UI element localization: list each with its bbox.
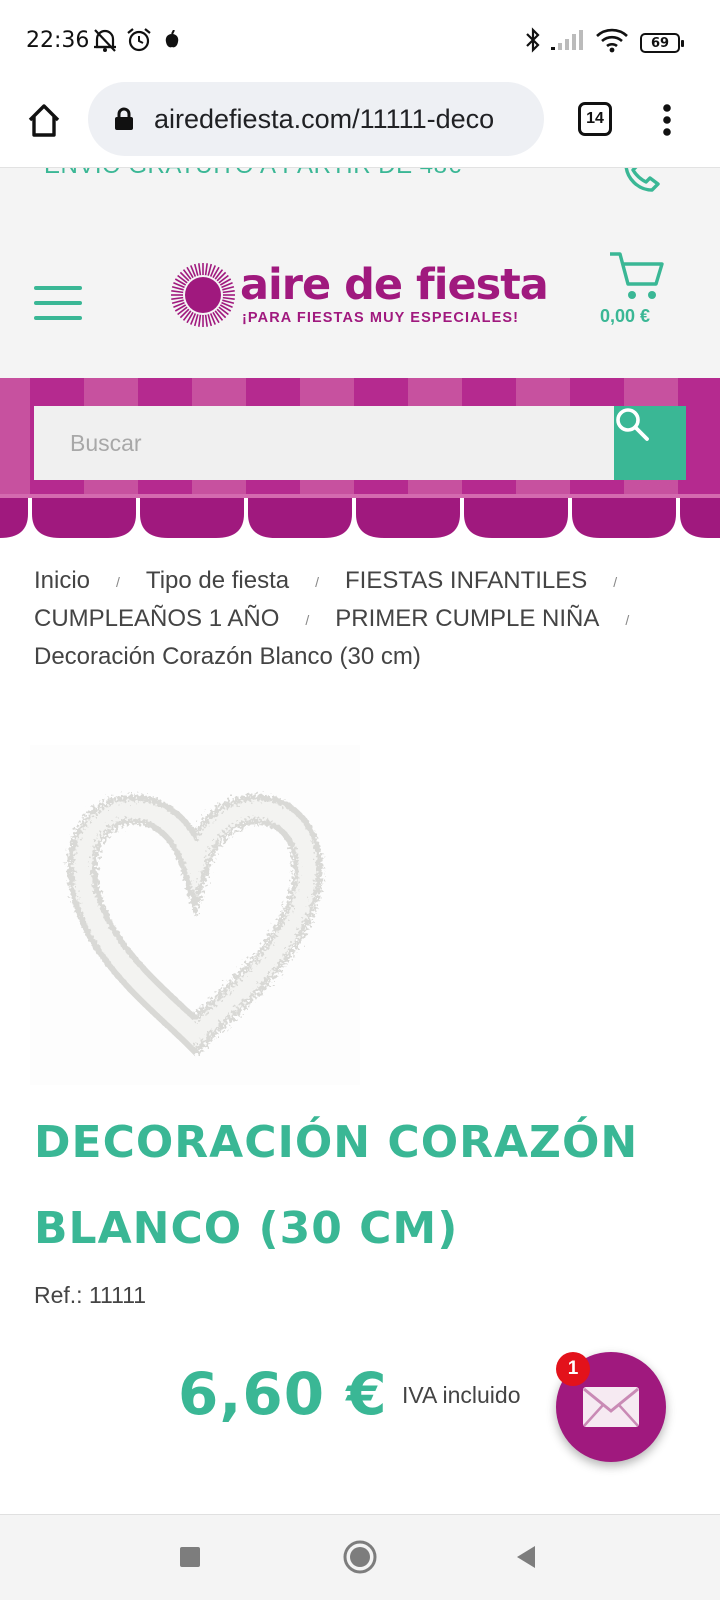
tab-switcher-button[interactable]: 14 [578, 102, 612, 136]
breadcrumb: Inicio / Tipo de fiesta / FIESTAS INFANT… [34, 562, 694, 676]
signal-icon [548, 26, 584, 54]
hamburger-line [34, 301, 82, 305]
breadcrumb-separator: / [625, 612, 630, 628]
wifi-icon [594, 26, 630, 54]
hamburger-line [34, 286, 82, 290]
search-icon [616, 408, 649, 441]
circle-icon [343, 1540, 377, 1574]
browser-toolbar: airedefiesta.com/11111-deco 14 [0, 80, 720, 168]
more-vert-icon [663, 104, 671, 136]
heart-decoration-image [67, 794, 323, 1057]
shipping-notice: ENVÍO GRATUITO A PARTIR DE 48€ [44, 168, 461, 180]
search-banner [0, 378, 720, 550]
product-price: 6,60 € [178, 1360, 388, 1428]
lock-icon [115, 107, 133, 130]
battery-icon: 69 [640, 33, 684, 53]
notification-badge: 1 [556, 1352, 590, 1386]
app-notification-icon [162, 26, 182, 54]
hamburger-line [34, 316, 82, 320]
cart-total: 0,00 € [600, 306, 651, 326]
url-text: airedefiesta.com/11111-deco [154, 104, 495, 134]
product-title: DECORACIÓN CORAZÓN BLANCO (30 CM) [34, 1117, 639, 1254]
logo-name: aire de fiesta [240, 260, 549, 310]
square-icon [180, 1547, 200, 1567]
bluetooth-icon [522, 26, 544, 54]
tax-note: IVA incluido [402, 1382, 521, 1408]
menu-button[interactable] [34, 286, 82, 322]
home-button[interactable] [22, 98, 66, 142]
home-icon [28, 104, 60, 137]
recent-apps-button[interactable] [170, 1537, 210, 1577]
browser-menu-button[interactable] [652, 98, 682, 142]
back-triangle-icon [517, 1546, 535, 1568]
sun-logo-icon [171, 263, 235, 327]
back-button[interactable] [506, 1537, 546, 1577]
search-box [34, 406, 614, 480]
site-logo[interactable]: aire de fiesta ¡PARA FIESTAS MUY ESPECIA… [170, 260, 549, 332]
search-button[interactable] [614, 406, 686, 480]
envelope-icon [583, 1387, 639, 1427]
breadcrumb-current: Decoración Corazón Blanco (30 cm) [34, 643, 421, 670]
logo-tagline: ¡PARA FIESTAS MUY ESPECIALES! [242, 310, 520, 326]
cart-icon [610, 252, 664, 299]
mute-icon [90, 26, 120, 54]
breadcrumb-link[interactable]: CUMPLEAÑOS 1 AÑO [34, 600, 279, 638]
breadcrumb-separator: / [305, 612, 310, 628]
breadcrumb-separator: / [613, 574, 618, 590]
address-bar[interactable]: airedefiesta.com/11111-deco [88, 82, 544, 156]
system-nav-bar [0, 1514, 720, 1600]
shipping-strip: ENVÍO GRATUITO A PARTIR DE 48€ [0, 168, 720, 218]
status-bar: 22:36 69 [0, 0, 720, 80]
site-header: aire de fiesta ¡PARA FIESTAS MUY ESPECIA… [0, 218, 720, 378]
product-ref: Ref.: 11111 [34, 1282, 147, 1308]
product-image[interactable] [30, 745, 360, 1085]
status-time: 22:36 [26, 28, 90, 53]
breadcrumb-link[interactable]: Inicio [34, 562, 90, 600]
phone-icon[interactable] [622, 168, 666, 194]
home-nav-button[interactable] [340, 1537, 380, 1577]
breadcrumb-link[interactable]: FIESTAS INFANTILES [345, 562, 587, 600]
breadcrumb-separator: / [315, 574, 320, 590]
cart-button[interactable]: 0,00 € [598, 250, 678, 340]
alarm-icon [124, 26, 154, 54]
breadcrumb-separator: / [116, 574, 120, 590]
search-input[interactable] [34, 406, 614, 480]
breadcrumb-link[interactable]: PRIMER CUMPLE NIÑA [335, 600, 599, 638]
breadcrumb-link[interactable]: Tipo de fiesta [146, 562, 289, 600]
